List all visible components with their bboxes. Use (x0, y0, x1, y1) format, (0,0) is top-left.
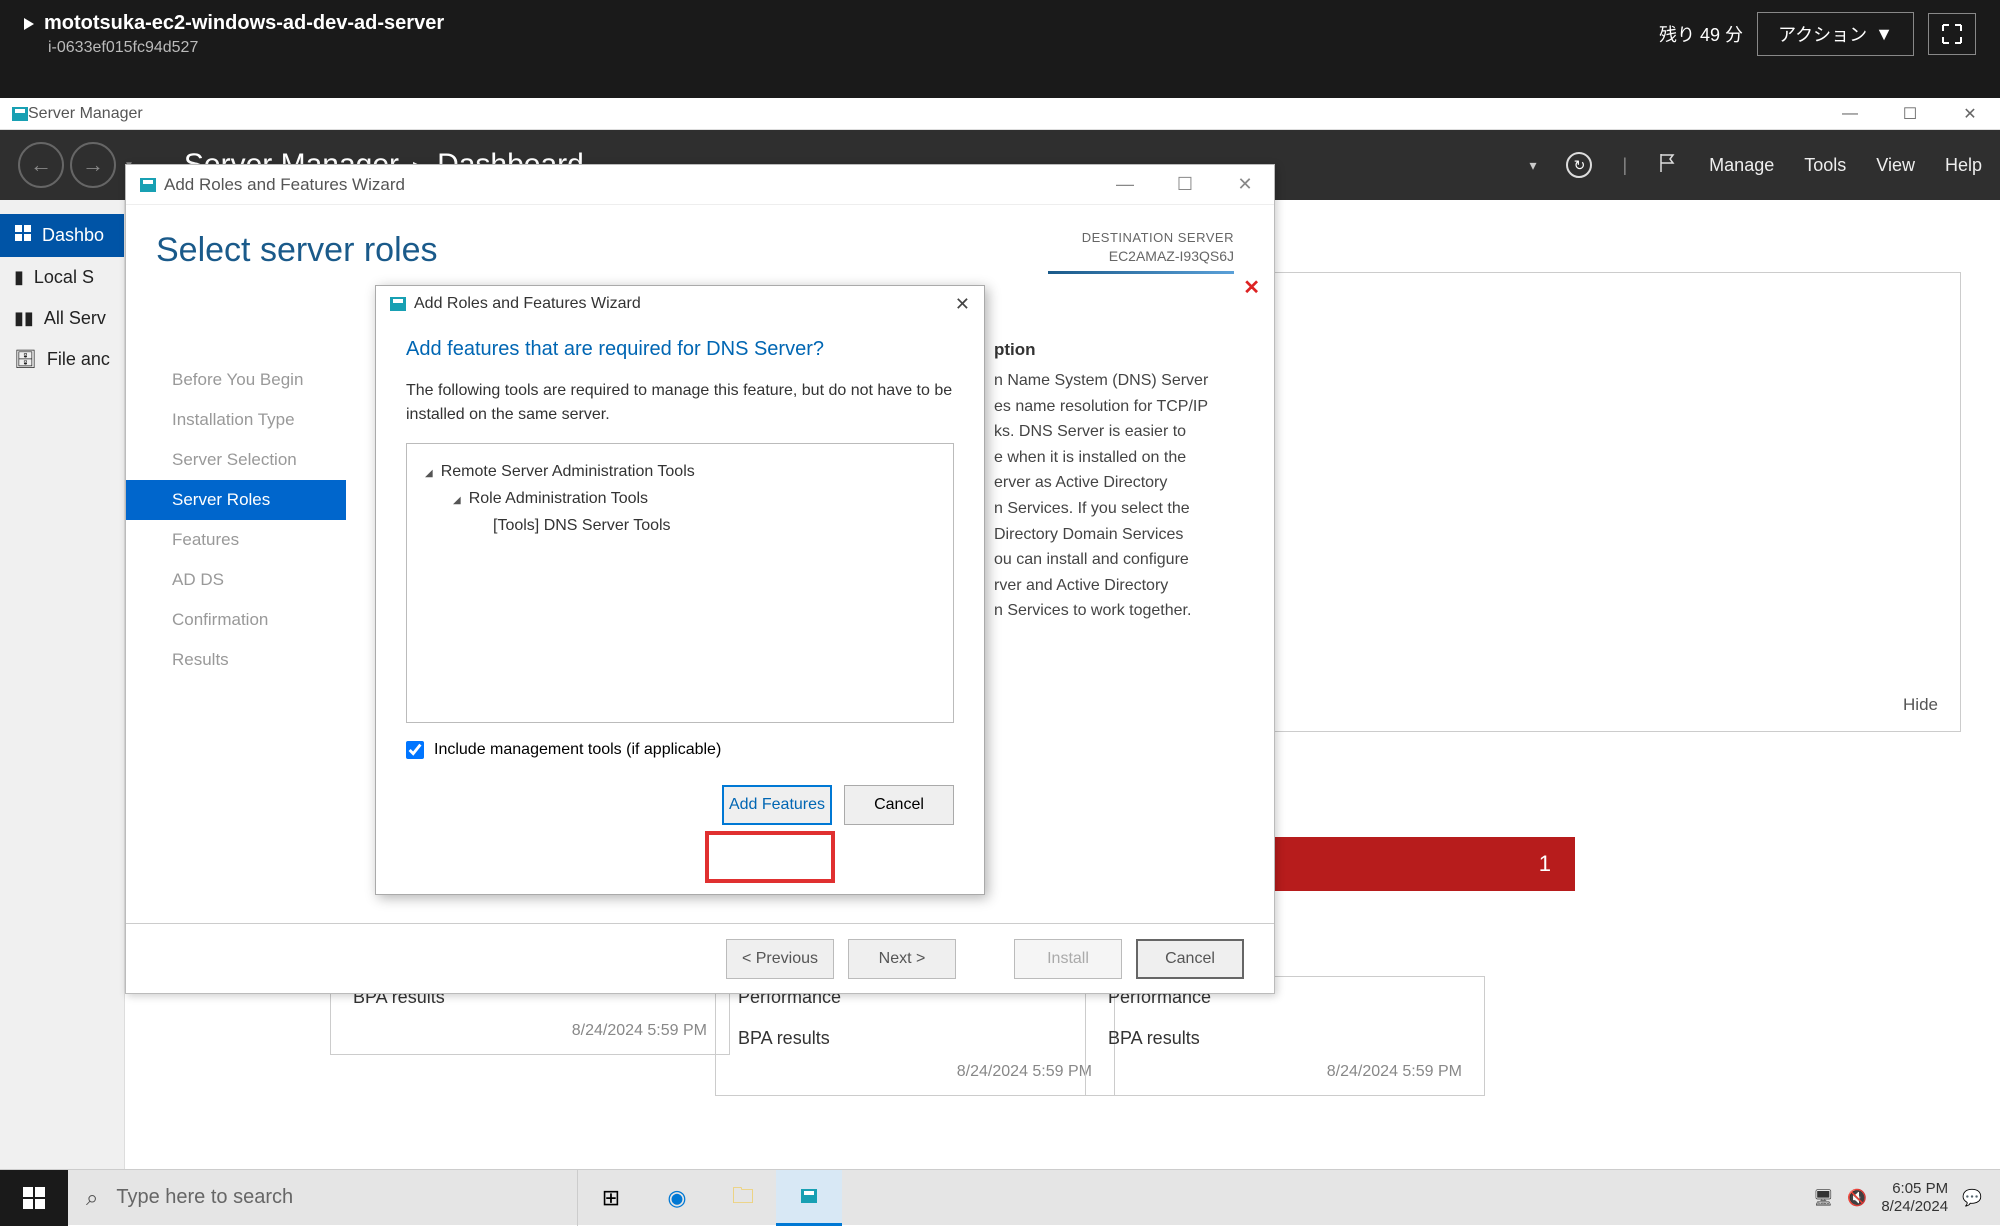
taskbar: ⌕ Type here to search ⊞ ◉ 🗀 🖥 🔇 6:05 PM … (0, 1169, 2000, 1225)
sidebar: Dashbo ▮ Local S ▮▮ All Serv 🗄 File anc (0, 200, 125, 1225)
nested-title: Add Roles and Features Wizard (414, 295, 641, 313)
hide-link[interactable]: Hide (1903, 695, 1938, 715)
bpa-results-3[interactable]: BPA results (1086, 1018, 1484, 1059)
sidebar-item-local-server[interactable]: ▮ Local S (0, 257, 124, 298)
sidebar-item-file-storage[interactable]: 🗄 File anc (0, 339, 124, 380)
welcome-panel: Hide (1261, 272, 1961, 732)
destination-server: DESTINATION SERVER EC2AMAZ-I93QS6J (1082, 229, 1234, 267)
nested-close-button[interactable]: ✕ (955, 294, 970, 315)
nav-confirmation[interactable]: Confirmation (156, 600, 346, 640)
dashboard-icon (14, 224, 32, 247)
search-icon: ⌕ (86, 1185, 98, 1211)
wizard-maximize-button[interactable]: ☐ (1170, 174, 1200, 195)
server-manager-task-icon[interactable] (776, 1170, 842, 1226)
previous-button[interactable]: < Previous (726, 939, 834, 979)
bpa-timestamp-2: 8/24/2024 5:59 PM (716, 1059, 1114, 1085)
next-button[interactable]: Next > (848, 939, 956, 979)
search-placeholder: Type here to search (116, 1186, 293, 1209)
header-dropdown-icon[interactable]: ▾ (1529, 157, 1536, 174)
feature-tree: Remote Server Administration Tools Role … (406, 443, 954, 723)
menu-manage[interactable]: Manage (1709, 155, 1774, 176)
minimize-button[interactable]: — (1820, 99, 1880, 129)
instance-name: mototsuka-ec2-windows-ad-dev-ad-server (44, 12, 444, 35)
wizard-minimize-button[interactable]: — (1110, 174, 1140, 195)
wizard-close-button[interactable]: ✕ (1230, 174, 1260, 195)
server-manager-icon (12, 107, 28, 121)
wizard-titlebar[interactable]: Add Roles and Features Wizard — ☐ ✕ (126, 165, 1274, 205)
window-title: Server Manager (28, 105, 143, 123)
wizard-icon (140, 178, 156, 192)
play-icon (24, 18, 34, 30)
cancel-button[interactable]: Cancel (1136, 939, 1244, 979)
install-button[interactable]: Install (1014, 939, 1122, 979)
system-tray: 🖥 🔇 6:05 PM 8/24/2024 💬 (1813, 1180, 2000, 1216)
tray-network-icon[interactable]: 🖥 (1813, 1188, 1833, 1208)
description-text: n Name System (DNS) Server es name resol… (994, 368, 1234, 624)
include-tools-checkbox-input[interactable] (406, 741, 424, 759)
bpa-results-2[interactable]: BPA results (716, 1018, 1114, 1059)
maximize-button[interactable]: ☐ (1880, 99, 1940, 129)
nav-ad-ds[interactable]: AD DS (156, 560, 346, 600)
add-features-dialog: Add Roles and Features Wizard ✕ Add feat… (375, 285, 985, 895)
close-button[interactable]: ✕ (1940, 99, 2000, 129)
bpa-timestamp-3: 8/24/2024 5:59 PM (1086, 1059, 1484, 1085)
edge-icon[interactable]: ◉ (644, 1170, 710, 1226)
nav-server-roles[interactable]: Server Roles (126, 480, 346, 520)
storage-icon: 🗄 (14, 349, 37, 370)
action-dropdown[interactable]: アクション▼ (1757, 12, 1914, 56)
nested-question: Add features that are required for DNS S… (406, 338, 954, 361)
nested-description: The following tools are required to mana… (406, 379, 954, 427)
nav-forward-button[interactable]: → (70, 142, 116, 188)
nav-installation-type[interactable]: Installation Type (156, 400, 346, 440)
nested-icon (390, 297, 406, 311)
nav-before-you-begin[interactable]: Before You Begin (156, 360, 346, 400)
tree-node-dns-tools: [Tools] DNS Server Tools (425, 512, 935, 539)
add-features-button[interactable]: Add Features (722, 785, 832, 825)
nav-server-selection[interactable]: Server Selection (156, 440, 346, 480)
nav-back-button[interactable]: ← (18, 142, 64, 188)
wizard-footer: < Previous Next > Install Cancel (126, 923, 1274, 993)
window-titlebar: Server Manager — ☐ ✕ (0, 98, 2000, 130)
menu-tools[interactable]: Tools (1804, 155, 1846, 176)
tree-node-role-admin[interactable]: Role Administration Tools (425, 485, 935, 512)
sidebar-item-all-servers[interactable]: ▮▮ All Serv (0, 298, 124, 339)
flag-icon[interactable] (1657, 152, 1679, 179)
fullscreen-button[interactable] (1928, 13, 1976, 55)
instance-id: i-0633ef015fc94d527 (48, 39, 444, 57)
nav-results[interactable]: Results (156, 640, 346, 680)
wizard-nav: Before You Begin Installation Type Serve… (126, 270, 346, 988)
menu-help[interactable]: Help (1945, 155, 1982, 176)
main-content: Hide 1 ty BPA results 8/24/2024 5:59 PM … (125, 200, 2000, 1225)
start-button[interactable] (0, 1170, 68, 1226)
wizard-title: Add Roles and Features Wizard (164, 175, 405, 195)
nav-features[interactable]: Features (156, 520, 346, 560)
servers-icon: ▮▮ (14, 308, 34, 329)
description-heading: ption (994, 340, 1234, 360)
file-explorer-icon[interactable]: 🗀 (710, 1170, 776, 1226)
server-icon: ▮ (14, 267, 24, 288)
nested-titlebar[interactable]: Add Roles and Features Wizard ✕ (376, 286, 984, 322)
tray-volume-icon[interactable]: 🔇 (1847, 1188, 1867, 1208)
taskbar-search[interactable]: ⌕ Type here to search (68, 1170, 578, 1226)
refresh-icon[interactable]: ↻ (1566, 152, 1592, 178)
time-remaining: 残り 49 分 (1659, 21, 1743, 47)
tree-node-rsat[interactable]: Remote Server Administration Tools (425, 458, 935, 485)
sidebar-item-dashboard[interactable]: Dashbo (0, 214, 124, 257)
taskbar-clock[interactable]: 6:05 PM 8/24/2024 (1881, 1180, 1948, 1216)
include-tools-checkbox[interactable]: Include management tools (if applicable) (406, 741, 954, 759)
bpa-timestamp: 8/24/2024 5:59 PM (331, 1018, 729, 1044)
task-view-icon[interactable]: ⊞ (578, 1170, 644, 1226)
notifications-icon[interactable]: 💬 (1962, 1188, 1982, 1208)
menu-view[interactable]: View (1876, 155, 1915, 176)
nested-cancel-button[interactable]: Cancel (844, 785, 954, 825)
session-topbar: mototsuka-ec2-windows-ad-dev-ad-server i… (0, 0, 2000, 98)
